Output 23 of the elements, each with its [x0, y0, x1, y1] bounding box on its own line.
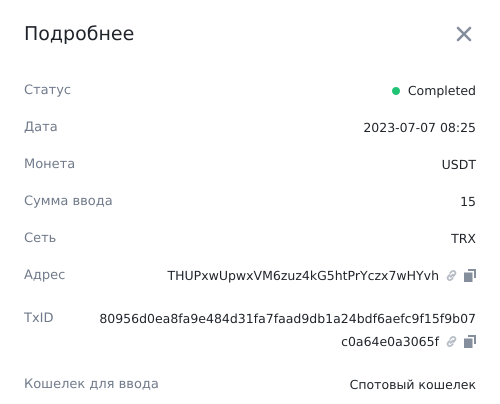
dialog-title: Подробнее	[24, 23, 134, 45]
field-label: Статус	[24, 82, 72, 100]
field-label: Кошелек для ввода	[24, 376, 159, 394]
field-label: Монета	[24, 156, 76, 174]
field-label: Дата	[24, 119, 58, 137]
field-value: TRX	[451, 230, 476, 248]
field-value: 2023-07-07 08:25	[363, 119, 476, 137]
address-value: 80956d0ea8fa9e484d31fa7faad9db1a24bdf6aefc9f15f9b07	[99, 310, 476, 328]
address-value: c0a64e0a3065f	[341, 333, 439, 351]
close-icon[interactable]	[456, 26, 472, 42]
field-label: Адрес	[24, 267, 66, 285]
field-label: Сеть	[24, 230, 56, 248]
field-label: TxID	[24, 310, 54, 328]
address-value: THUPxwUpwxVM6zuz4kG5htPrYczx7wHYvh	[168, 267, 439, 285]
link-icon[interactable]	[445, 335, 458, 348]
link-icon[interactable]	[445, 269, 458, 282]
field-value: Спотовый кошелек	[350, 376, 476, 394]
field-value: USDT	[442, 156, 476, 174]
field-value: 15	[460, 193, 476, 211]
status-value: Completed	[408, 82, 476, 100]
copy-icon[interactable]	[464, 335, 476, 348]
field-label: Сумма ввода	[24, 193, 113, 211]
copy-icon[interactable]	[464, 269, 476, 282]
